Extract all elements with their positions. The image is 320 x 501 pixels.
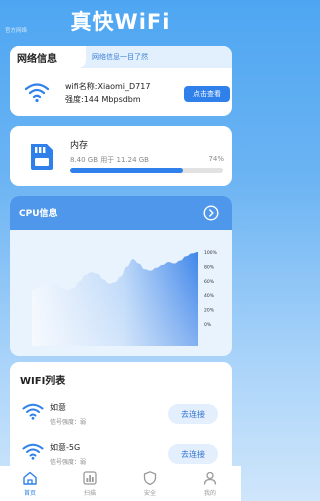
cpu-y-tick-label: 20%	[204, 308, 215, 314]
sd-card-icon	[31, 144, 53, 170]
network-info-tab[interactable]: 网络信息	[10, 46, 86, 68]
cpu-card: CPU信息 100% 80% 60% 40% 20% 0%	[10, 196, 232, 356]
network-info-tagline: 网络信息一目了然	[92, 53, 148, 61]
cpu-usage-shade	[32, 252, 198, 346]
memory-progress-bar	[70, 168, 223, 173]
cpu-y-tick-label: 100%	[204, 250, 218, 256]
connect-button[interactable]: 去连接	[168, 404, 218, 424]
nav-item-scan[interactable]: 扫描	[60, 466, 120, 501]
wifi-item-signal: 信号强度：弱	[50, 459, 87, 466]
wifi-list-card: WIFI列表 如意 信号强度：弱 去连接 如意-5G 信号强度：弱 去连接	[10, 362, 232, 474]
network-info-card: 网络信息 网络信息一目了然 wifi名称:Xiaomi_D717 强度:144 …	[10, 46, 232, 116]
shield-icon	[143, 471, 157, 486]
check-details-button[interactable]: 点击查看	[184, 86, 230, 102]
user-icon	[203, 471, 217, 485]
memory-card: 内存 8.40 GB 用于 11.24 GB 74%	[10, 126, 232, 186]
nav-label: 扫描	[83, 490, 96, 497]
connect-button[interactable]: 去连接	[168, 444, 218, 464]
cpu-y-tick-label: 60%	[204, 279, 215, 285]
wifi-icon	[22, 443, 44, 460]
nav-label: 首页	[23, 490, 36, 497]
cpu-y-tick-label: 0%	[204, 322, 212, 328]
home-icon	[23, 471, 37, 485]
memory-usage-detail: 8.40 GB 用于 11.24 GB	[70, 156, 149, 164]
memory-progress-fill	[70, 168, 184, 173]
wifi-item-signal: 信号强度：弱	[50, 419, 87, 426]
nav-item-security[interactable]: 安全	[120, 466, 180, 501]
bottom-nav: 首页 扫描 安全 我的	[0, 466, 241, 501]
wifi-strength: 强度:144 Mbpsdbm	[65, 95, 141, 104]
wifi-icon	[24, 83, 50, 103]
wifi-name: wifi名称:Xiaomi_D717	[65, 82, 151, 91]
app-title: 真快WiFi	[70, 10, 171, 34]
nav-item-home[interactable]: 首页	[0, 466, 60, 501]
corner-tag: 官方网络	[5, 28, 28, 34]
wifi-icon	[22, 403, 44, 420]
memory-percent: 74%	[208, 155, 224, 163]
scan-icon	[83, 471, 97, 485]
wifi-item-name: 如意-5G	[50, 443, 81, 452]
cpu-y-tick-label: 40%	[204, 293, 215, 299]
cpu-usage-chart: 100% 80% 60% 40% 20% 0%	[32, 250, 218, 346]
memory-title: 内存	[70, 141, 89, 151]
wifi-list-title: WIFI列表	[20, 376, 66, 387]
cpu-title: CPU信息	[19, 209, 58, 219]
chevron-right-circle-icon[interactable]	[203, 205, 219, 221]
wifi-item-name: 如意	[50, 403, 66, 412]
nav-item-profile[interactable]: 我的	[180, 466, 240, 501]
nav-label: 我的	[203, 490, 216, 497]
cpu-y-tick-label: 80%	[204, 264, 215, 270]
nav-label: 安全	[143, 490, 156, 497]
